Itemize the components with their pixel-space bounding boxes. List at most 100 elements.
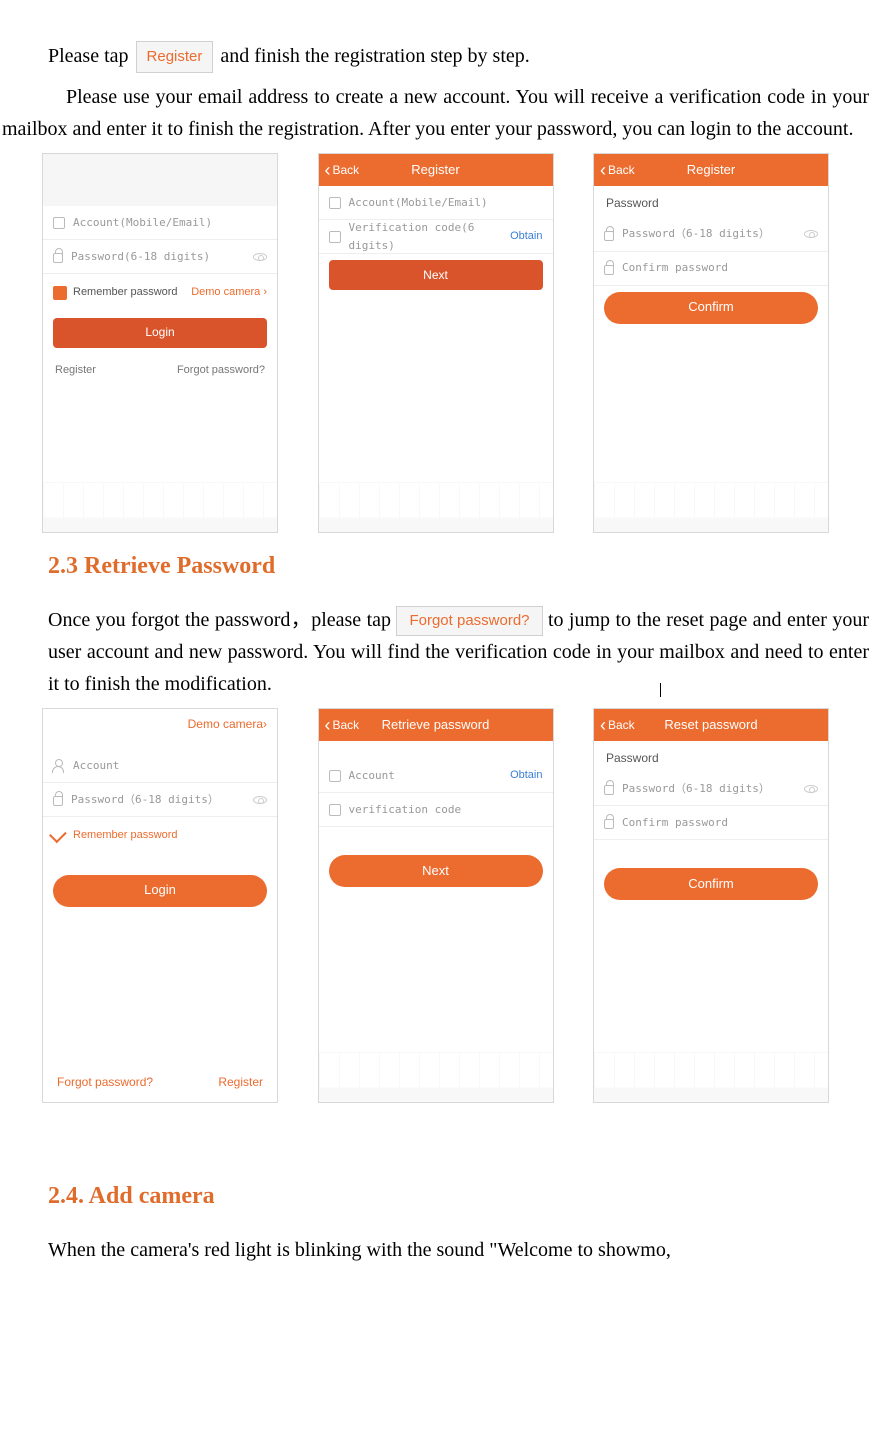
remember-checkbox[interactable] — [49, 825, 67, 843]
lock-icon — [604, 265, 614, 275]
confirm-password-field[interactable]: Confirm password — [594, 252, 828, 286]
next-button[interactable]: Next — [329, 855, 543, 887]
account-icon — [329, 770, 341, 782]
lock-icon — [604, 819, 614, 829]
password-field[interactable]: Password(6-18 digits) — [43, 240, 277, 274]
next-button[interactable]: Next — [329, 260, 543, 290]
code-field[interactable]: verification code — [319, 793, 553, 827]
account-field[interactable]: Account(Mobile/Email) — [319, 186, 553, 220]
placeholder: Password（6-18 digits） — [622, 780, 770, 798]
text: Please tap — [48, 45, 129, 67]
placeholder: Account(Mobile/Email) — [73, 214, 212, 232]
skyline-decoration — [594, 482, 828, 532]
code-icon — [329, 804, 341, 816]
text-cursor — [660, 683, 661, 697]
screenshot-login: Account(Mobile/Email) Password(6-18 digi… — [42, 153, 278, 533]
login-button[interactable]: Login — [53, 318, 267, 348]
placeholder: Confirm password — [622, 814, 728, 832]
remember-label: Remember password — [73, 827, 178, 845]
topbar-retrieve: Back Retrieve password — [319, 709, 553, 741]
forgot-link[interactable]: Forgot password? — [57, 1073, 153, 1092]
intro-para2: Please use your email address to create … — [2, 81, 869, 145]
remember-label: Remember password — [73, 284, 178, 302]
user-icon — [53, 760, 65, 772]
placeholder: Password(6-18 digits) — [71, 248, 210, 266]
placeholder: verification code — [349, 801, 462, 819]
login-button[interactable]: Login — [53, 875, 267, 907]
obtain-button[interactable]: Obtain — [510, 228, 542, 246]
back-button[interactable]: Back — [600, 161, 635, 180]
eye-icon — [804, 785, 818, 793]
register-link[interactable]: Register — [55, 362, 96, 380]
topbar-register: Back Register — [594, 154, 828, 186]
eye-icon — [253, 796, 267, 804]
placeholder: Password（6-18 digits） — [71, 791, 219, 809]
topbar-reset: Back Reset password — [594, 709, 828, 741]
screenshot-reset: Back Reset password Password Password（6-… — [593, 708, 829, 1103]
topbar-title: Register — [687, 160, 735, 181]
demo-camera-link[interactable]: Demo camera — [43, 709, 277, 739]
confirm-button[interactable]: Confirm — [604, 292, 818, 324]
section-password: Password — [594, 186, 828, 217]
screenshot-register-password: Back Register Password Password（6-18 dig… — [593, 153, 829, 533]
account-field[interactable]: Account — [43, 749, 277, 783]
password-field[interactable]: Password（6-18 digits） — [594, 218, 828, 252]
bottom-links: Register Forgot password? — [43, 354, 277, 388]
bottom-links: Forgot password? Register — [43, 1065, 277, 1102]
back-button[interactable]: Back — [325, 716, 360, 735]
account-field[interactable]: Account(Mobile/Email) — [43, 206, 277, 240]
intro-line1: Please tap Register and finish the regis… — [2, 40, 869, 73]
text: and finish the registration step by step… — [220, 45, 529, 67]
eye-icon — [804, 230, 818, 238]
heading-add-camera: 2.4. Add camera — [48, 1177, 869, 1215]
register-link[interactable]: Register — [218, 1073, 263, 1092]
phone-topspace — [43, 154, 277, 206]
placeholder: Account — [349, 767, 395, 785]
placeholder: Confirm password — [622, 259, 728, 277]
back-button[interactable]: Back — [325, 161, 360, 180]
lock-icon — [53, 253, 63, 263]
placeholder: Verification code(6 digits) — [349, 219, 503, 254]
back-button[interactable]: Back — [600, 716, 635, 735]
screenshot-retrieve: Back Retrieve password Account Obtain ve… — [318, 708, 554, 1103]
obtain-button[interactable]: Obtain — [510, 767, 542, 785]
forgot-password-chip: Forgot password? — [396, 606, 542, 636]
skyline-decoration — [319, 1052, 553, 1102]
account-field[interactable]: Account Obtain — [319, 759, 553, 793]
screenshots-row-1: Account(Mobile/Email) Password(6-18 digi… — [42, 153, 829, 533]
placeholder: Account — [73, 757, 119, 775]
confirm-button[interactable]: Confirm — [604, 868, 818, 900]
skyline-decoration — [594, 1052, 828, 1102]
section-password: Password — [594, 741, 828, 772]
account-icon — [53, 217, 65, 229]
code-field[interactable]: Verification code(6 digits) Obtain — [319, 220, 553, 254]
lock-icon — [604, 785, 614, 795]
lock-icon — [53, 796, 63, 806]
placeholder: Account(Mobile/Email) — [349, 194, 488, 212]
add-camera-para: When the camera's red light is blinking … — [2, 1234, 869, 1266]
heading-retrieve: 2.3 Retrieve Password — [48, 547, 869, 585]
topbar-title: Reset password — [664, 715, 757, 736]
retrieve-para: Once you forgot the password，please tap … — [2, 604, 869, 700]
remember-row: Remember password — [43, 817, 277, 855]
topbar-register: Back Register — [319, 154, 553, 186]
placeholder: Password（6-18 digits） — [622, 225, 770, 243]
password-field[interactable]: Password（6-18 digits） — [43, 783, 277, 817]
confirm-password-field[interactable]: Confirm password — [594, 806, 828, 840]
eye-icon — [253, 253, 267, 261]
lock-icon — [604, 231, 614, 241]
screenshot-login-v2: Demo camera Account Password（6-18 digits… — [42, 708, 278, 1103]
remember-row: Remember password Demo camera — [43, 274, 277, 312]
topbar-title: Register — [411, 160, 459, 181]
skyline-decoration — [43, 482, 277, 532]
topbar-title: Retrieve password — [382, 715, 490, 736]
screenshots-row-2: Demo camera Account Password（6-18 digits… — [42, 708, 829, 1103]
code-icon — [329, 231, 341, 243]
text: Once you forgot the password，please tap — [48, 609, 391, 631]
password-field[interactable]: Password（6-18 digits） — [594, 772, 828, 806]
register-chip: Register — [136, 41, 214, 73]
forgot-link[interactable]: Forgot password? — [177, 362, 265, 380]
remember-checkbox[interactable] — [53, 286, 67, 300]
screenshot-register-code: Back Register Account(Mobile/Email) Veri… — [318, 153, 554, 533]
demo-camera-link[interactable]: Demo camera — [191, 284, 267, 302]
